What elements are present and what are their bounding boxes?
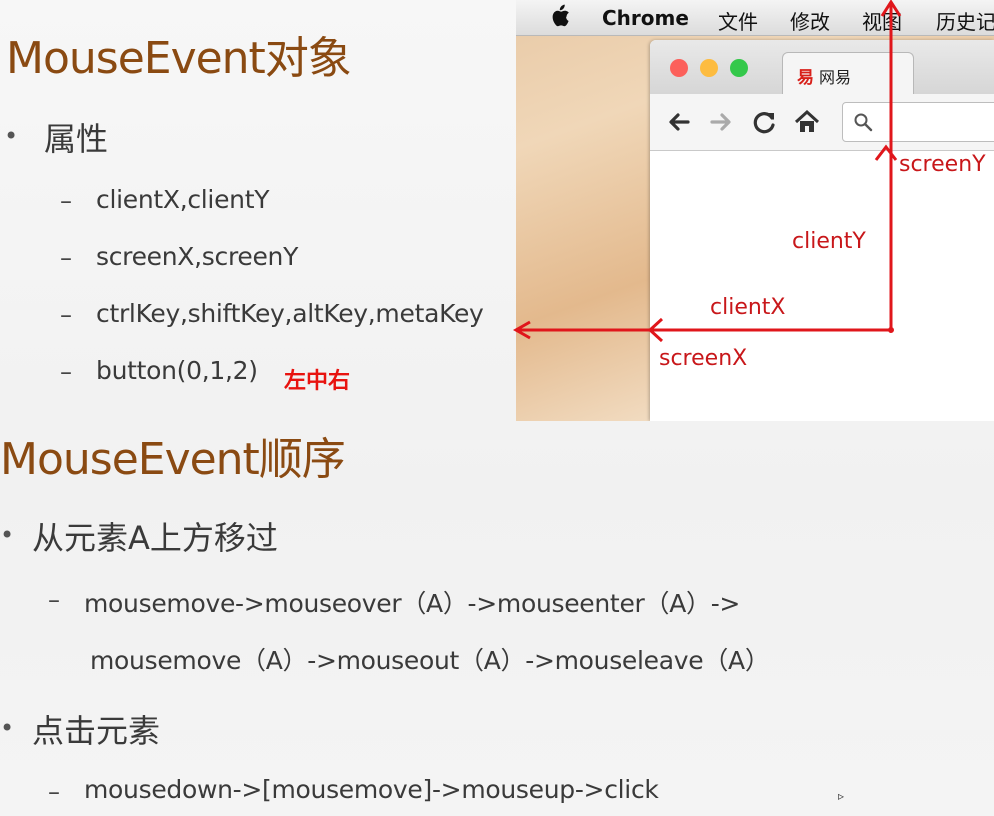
menu-view[interactable]: 视图 <box>862 6 902 35</box>
bullet-move-over: 从元素A上方移过 <box>32 519 278 557</box>
label-clientX: clientX <box>710 295 786 320</box>
item-screen: screenX,screenY <box>96 242 299 271</box>
address-bar[interactable] <box>842 102 994 142</box>
bullet-click: 点击元素 <box>32 712 161 750</box>
sequence-line-1: mousemove->mouseover（A）->mouseenter（A）-> <box>84 589 741 618</box>
sub-dash: – <box>60 301 72 329</box>
mac-menubar: Chrome 文件 修改 视图 历史记 <box>516 0 994 36</box>
reload-icon[interactable] <box>750 108 780 136</box>
close-window-icon[interactable] <box>670 59 688 77</box>
bullet-properties: 属性 <box>44 120 109 158</box>
home-icon[interactable] <box>792 108 822 136</box>
menu-chrome[interactable]: Chrome <box>602 6 689 30</box>
menu-history[interactable]: 历史记 <box>936 6 994 35</box>
minimize-window-icon[interactable] <box>700 59 718 77</box>
text-cursor-icon: ▹ <box>838 789 845 803</box>
netease-favicon-icon: 易 <box>797 68 814 88</box>
sub-dash: – <box>48 778 60 806</box>
label-screenX: screenX <box>659 346 748 371</box>
sub-dash: – <box>60 358 72 386</box>
item-client: clientX,clientY <box>96 185 270 214</box>
sub-dash: – <box>60 244 72 272</box>
menu-file[interactable]: 文件 <box>718 6 758 35</box>
section2-title: MouseEvent顺序 <box>0 434 346 485</box>
bullet-dot: • <box>0 521 15 549</box>
label-screenY: screenY <box>899 152 986 177</box>
item-keys: ctrlKey,shiftKey,altKey,metaKey <box>96 299 484 328</box>
search-icon <box>854 113 873 132</box>
browser-toolbar <box>650 94 994 151</box>
apple-logo-icon <box>552 4 569 27</box>
tab-netease[interactable]: 易 网易 <box>782 52 914 95</box>
label-clientY: clientY <box>792 229 866 254</box>
sub-dash: – <box>48 586 60 614</box>
maximize-window-icon[interactable] <box>730 59 748 77</box>
item-button: button(0,1,2) <box>96 356 258 385</box>
sub-dash: – <box>60 187 72 215</box>
tab-label: 网易 <box>819 68 852 87</box>
back-arrow-icon[interactable] <box>664 108 694 136</box>
tab-strip: 易 网易 <box>650 40 994 95</box>
bullet-dot: • <box>0 714 15 742</box>
forward-arrow-icon[interactable] <box>706 108 736 136</box>
button-note: 左中右 <box>284 369 351 394</box>
sequence-line-2: mousemove（A）->mouseout（A）->mouseleave（A） <box>90 646 770 675</box>
section1-title: MouseEvent对象 <box>6 33 352 84</box>
chrome-screenshot: Chrome 文件 修改 视图 历史记 易 网易 <box>516 0 994 421</box>
menu-edit[interactable]: 修改 <box>790 6 830 35</box>
bullet-dot: • <box>4 122 19 150</box>
click-sequence: mousedown->[mousemove]->mouseup->click <box>84 775 659 804</box>
